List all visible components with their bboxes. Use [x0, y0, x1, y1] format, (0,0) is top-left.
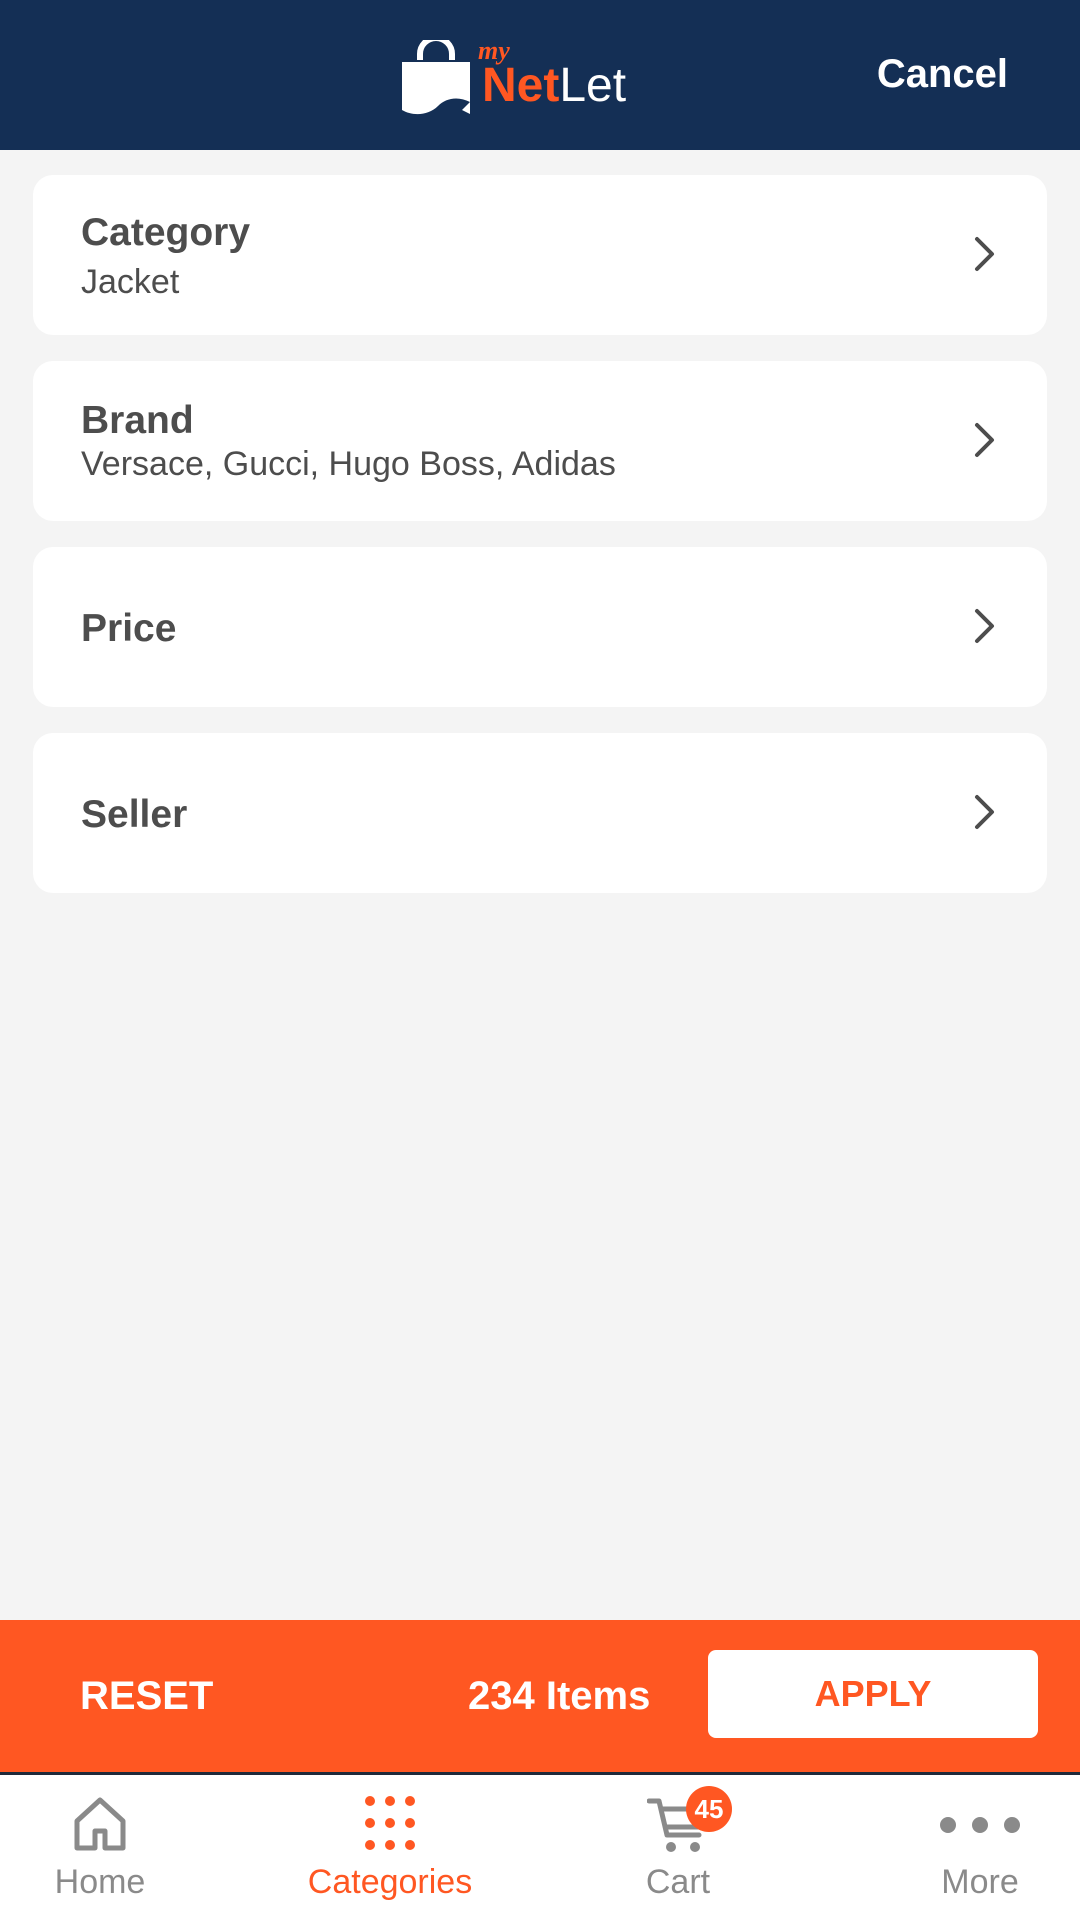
filter-category-title: Category: [81, 211, 251, 254]
grid-dots-icon: [365, 1796, 415, 1850]
filter-price-row[interactable]: Price: [33, 547, 1047, 707]
filter-seller-title: Seller: [81, 793, 188, 836]
filter-brand-title: Brand: [81, 399, 194, 442]
home-icon: [74, 1797, 126, 1851]
logo-my-text: my: [478, 36, 510, 65]
tab-categories-label: Categories: [307, 1863, 473, 1901]
shopping-bag-icon: [402, 40, 470, 115]
filter-seller-row[interactable]: Seller: [33, 733, 1047, 893]
tab-more[interactable]: More: [880, 1775, 1080, 1920]
apply-button[interactable]: APPLY: [708, 1650, 1038, 1738]
chevron-right-icon: [975, 795, 994, 829]
app-header: my NetLet Cancel: [0, 0, 1080, 150]
tab-categories[interactable]: Categories: [290, 1775, 490, 1920]
chevron-right-icon: [975, 423, 994, 457]
filter-category-value: Jacket: [81, 263, 180, 301]
cart-count-badge: 45: [686, 1786, 732, 1832]
chevron-right-icon: [975, 237, 994, 271]
logo-let-text: Let: [559, 59, 627, 112]
tab-cart-label: Cart: [645, 1863, 711, 1901]
filter-brand-row[interactable]: Brand Versace, Gucci, Hugo Boss, Adidas: [33, 361, 1047, 521]
tab-cart[interactable]: Cart: [578, 1775, 778, 1920]
tab-home[interactable]: Home: [0, 1775, 200, 1920]
tab-more-label: More: [941, 1863, 1019, 1901]
more-dots-icon: [940, 1817, 1020, 1833]
logo-net-text: Net: [482, 59, 560, 112]
filter-brand-value: Versace, Gucci, Hugo Boss, Adidas: [81, 445, 616, 483]
filter-action-bar: RESET 234 Items APPLY: [0, 1620, 1080, 1772]
bottom-tab-bar: Home Categories Cart More: [0, 1775, 1080, 1920]
items-count: 234 Items: [468, 1674, 651, 1718]
filter-category-row[interactable]: Category Jacket: [33, 175, 1047, 335]
reset-button[interactable]: RESET: [80, 1674, 213, 1719]
cancel-button[interactable]: Cancel: [877, 52, 1008, 97]
filter-price-title: Price: [81, 607, 177, 650]
chevron-right-icon: [975, 609, 994, 643]
app-logo: my NetLet: [400, 36, 626, 116]
tab-home-label: Home: [54, 1863, 146, 1901]
